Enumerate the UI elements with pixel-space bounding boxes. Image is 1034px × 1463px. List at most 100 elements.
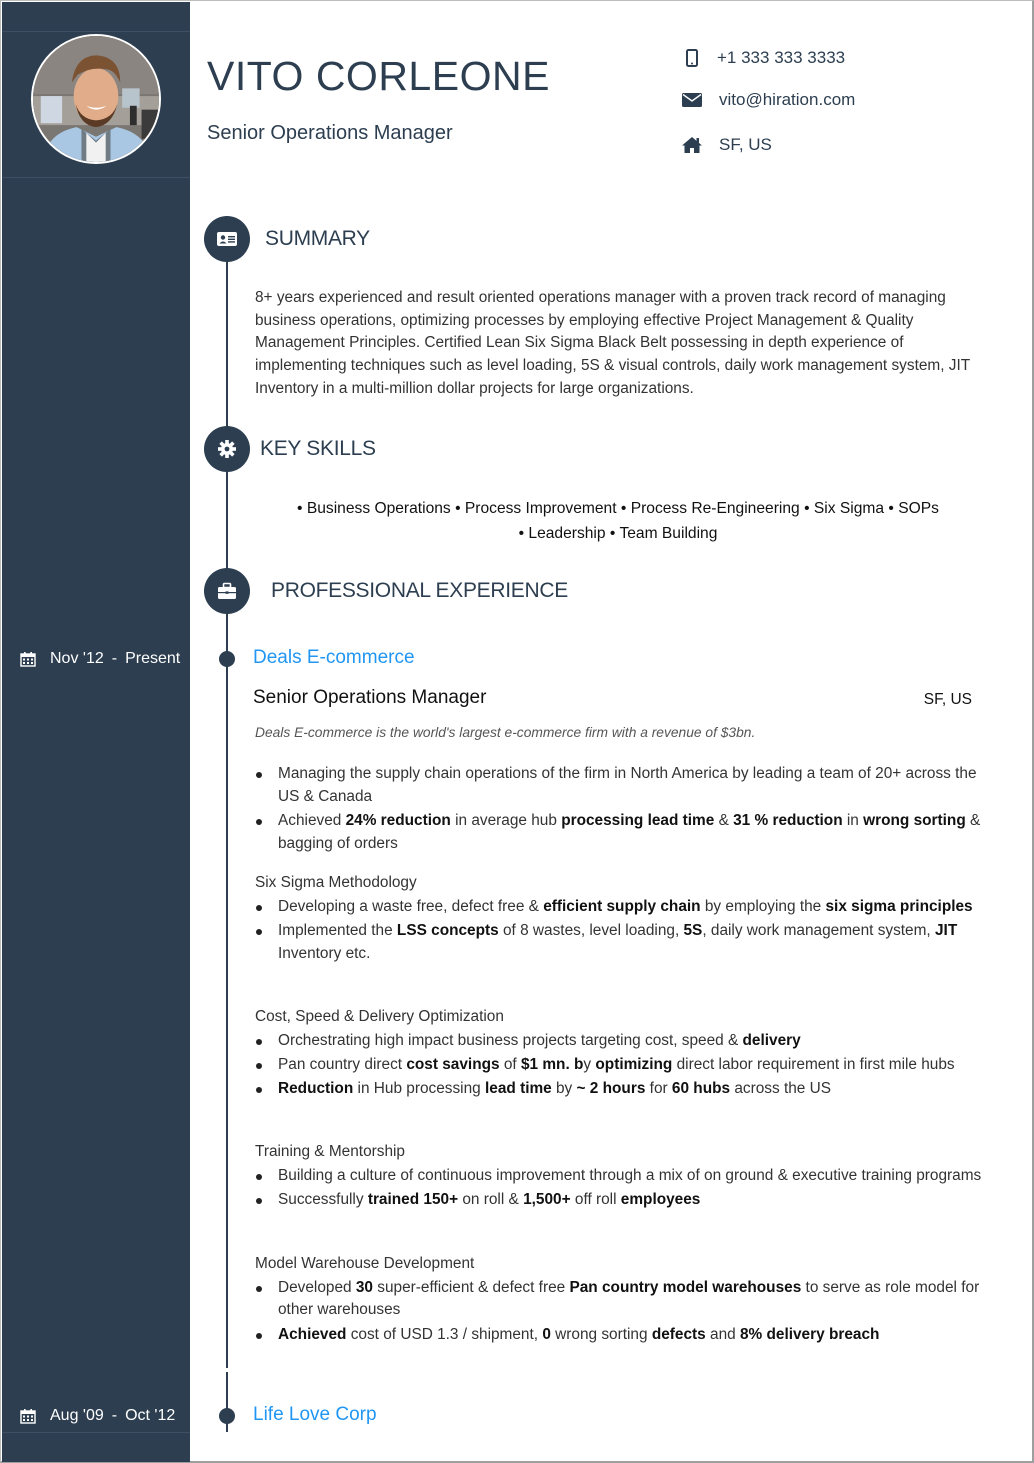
achievement-list: Orchestrating high impact business proje… bbox=[255, 1030, 985, 1101]
highlight-text: six sigma principles bbox=[825, 897, 973, 915]
achievement-bullet: Implemented the LSS concepts of 8 wastes… bbox=[255, 920, 985, 965]
skills-heading: KEY SKILLS bbox=[260, 437, 376, 460]
achievement-bullet: Building a culture of continuous improve… bbox=[255, 1165, 985, 1188]
calendar-icon bbox=[20, 652, 36, 667]
highlight-text: $1 mn. b bbox=[520, 1056, 584, 1073]
skill-item: • Process Improvement bbox=[455, 500, 617, 517]
job-dates-2: Aug '09 - Oct '12 bbox=[20, 1407, 175, 1425]
summary-section-icon bbox=[204, 216, 250, 262]
achievement-list: Building a culture of continuous improve… bbox=[255, 1165, 985, 1212]
id-card-icon bbox=[217, 232, 237, 246]
job-location: SF, US bbox=[923, 691, 972, 708]
achievement-bullet: Achieved 24% reduction in average hub pr… bbox=[255, 810, 985, 855]
sidebar-divider bbox=[2, 177, 190, 178]
timeline-line bbox=[226, 611, 228, 1368]
gear-icon bbox=[218, 440, 236, 458]
highlight-text: lead time bbox=[485, 1080, 552, 1098]
job-end-date: Present bbox=[125, 650, 181, 667]
highlight-text: trained 150+ bbox=[367, 1191, 459, 1208]
summary-text: 8+ years experienced and result oriented… bbox=[255, 289, 970, 397]
achievement-group-title: Model Warehouse Development bbox=[255, 1255, 475, 1272]
achievement-group-title: Training & Mentorship bbox=[255, 1143, 405, 1160]
achievement-group: Managing the supply chain operations of … bbox=[255, 763, 985, 857]
job-start-date: Aug '09 bbox=[50, 1407, 104, 1424]
highlight-text: delivery bbox=[742, 1031, 801, 1049]
highlight-text: cost savings bbox=[406, 1056, 500, 1073]
candidate-headline: Senior Operations Manager bbox=[207, 122, 453, 144]
timeline-dot bbox=[219, 1408, 235, 1424]
sidebar: Nov '12 - Present Aug '09 - Oct '12 bbox=[2, 2, 190, 1462]
email-address[interactable]: vito@hiration.com bbox=[719, 90, 855, 110]
skill-item: • Team Building bbox=[609, 524, 718, 542]
experience-section-icon bbox=[204, 568, 250, 614]
achievement-bullet: Achieved cost of USD 1.3 / shipment, 0 w… bbox=[255, 1324, 985, 1347]
highlight-text: wrong sorting bbox=[863, 812, 966, 829]
experience-heading: PROFESSIONAL EXPERIENCE bbox=[271, 579, 568, 602]
skill-item: • SOPs bbox=[888, 500, 939, 517]
highlight-text: optimizing bbox=[595, 1056, 673, 1073]
timeline-line bbox=[226, 466, 228, 571]
home-icon bbox=[681, 134, 703, 156]
highlight-text: JIT bbox=[934, 922, 958, 939]
achievement-list: Managing the supply chain operations of … bbox=[255, 763, 985, 855]
achievement-bullet: Reduction in Hub processing lead time by… bbox=[255, 1078, 985, 1101]
achievement-group-title: Six Sigma Methodology bbox=[255, 874, 417, 891]
achievement-group-title: Cost, Speed & Delivery Optimization bbox=[255, 1008, 504, 1025]
skills-section-icon bbox=[204, 426, 250, 472]
job-dates-1: Nov '12 - Present bbox=[20, 650, 180, 668]
profile-photo bbox=[31, 34, 161, 164]
skill-item: • Leadership bbox=[518, 524, 606, 542]
highlight-text: ~ 2 hours bbox=[576, 1080, 646, 1098]
skills-list: • Business Operations • Process Improvem… bbox=[255, 497, 981, 546]
skill-item: • Six Sigma bbox=[804, 500, 885, 517]
achievement-group: Training & Mentorship Building a culture … bbox=[255, 1141, 985, 1213]
contact-email: vito@hiration.com bbox=[681, 89, 855, 111]
highlight-text: Pan country model warehouses bbox=[569, 1278, 802, 1296]
phone-number[interactable]: +1 333 333 3333 bbox=[717, 48, 845, 68]
achievement-bullet: Developed 30 super-efficient & defect fr… bbox=[255, 1277, 985, 1322]
candidate-name: VITO CORLEONE bbox=[207, 53, 550, 99]
achievement-group: Cost, Speed & Delivery Optimization Orche… bbox=[255, 1006, 985, 1103]
highlight-text: 30 bbox=[355, 1278, 373, 1296]
highlight-text: 31 % reduction bbox=[733, 812, 843, 829]
sidebar-divider bbox=[2, 31, 190, 32]
achievement-bullet: Orchestrating high impact business proje… bbox=[255, 1030, 985, 1053]
achievement-bullet: Successfully trained 150+ on roll & 1,50… bbox=[255, 1189, 985, 1212]
highlight-text: 60 hubs bbox=[671, 1080, 731, 1098]
highlight-text: employees bbox=[620, 1191, 701, 1208]
resume-page: Nov '12 - Present Aug '09 - Oct '12 VITO… bbox=[0, 0, 1034, 1463]
timeline-line bbox=[226, 256, 228, 431]
highlight-text: 0 bbox=[542, 1325, 551, 1343]
date-separator: - bbox=[111, 1407, 118, 1424]
envelope-icon bbox=[681, 89, 703, 111]
highlight-text: Reduction bbox=[278, 1080, 354, 1098]
company-description: Deals E-commerce is the world's largest … bbox=[255, 725, 756, 740]
company-name: Deals E-commerce bbox=[253, 647, 415, 668]
summary-heading: SUMMARY bbox=[265, 227, 370, 250]
contact-location: SF, US bbox=[681, 134, 772, 156]
achievement-bullet: Managing the supply chain operations of … bbox=[255, 763, 985, 808]
achievement-bullet: Developing a waste free, defect free & e… bbox=[255, 896, 985, 919]
skill-item: • Process Re-Engineering bbox=[620, 500, 800, 517]
highlight-text: 1,500+ bbox=[523, 1191, 571, 1208]
highlight-text: processing lead time bbox=[561, 812, 715, 829]
highlight-text: 5S bbox=[683, 922, 703, 939]
highlight-text: 24% reduction bbox=[345, 812, 451, 829]
mobile-phone-icon bbox=[681, 47, 703, 69]
skill-item: • Business Operations bbox=[297, 500, 451, 517]
achievement-list: Developed 30 super-efficient & defect fr… bbox=[255, 1277, 985, 1347]
achievement-list: Developing a waste free, defect free & e… bbox=[255, 896, 985, 966]
job-start-date: Nov '12 bbox=[50, 650, 104, 667]
achievement-group: Six Sigma Methodology Developing a waste … bbox=[255, 872, 985, 967]
achievement-group: Model Warehouse Development Developed 30 … bbox=[255, 1253, 985, 1348]
highlight-text: defects bbox=[651, 1325, 706, 1343]
company-name: Life Love Corp bbox=[253, 1404, 377, 1425]
briefcase-icon bbox=[218, 582, 236, 599]
profile-photo-image bbox=[33, 36, 159, 162]
highlight-text: efficient supply chain bbox=[543, 897, 701, 915]
job-end-date: Oct '12 bbox=[125, 1407, 176, 1424]
highlight-text: Achieved bbox=[278, 1325, 347, 1343]
achievement-bullet: Pan country direct cost savings of $1 mn… bbox=[255, 1054, 985, 1077]
sidebar-divider bbox=[2, 1432, 190, 1433]
date-separator: - bbox=[111, 650, 118, 667]
